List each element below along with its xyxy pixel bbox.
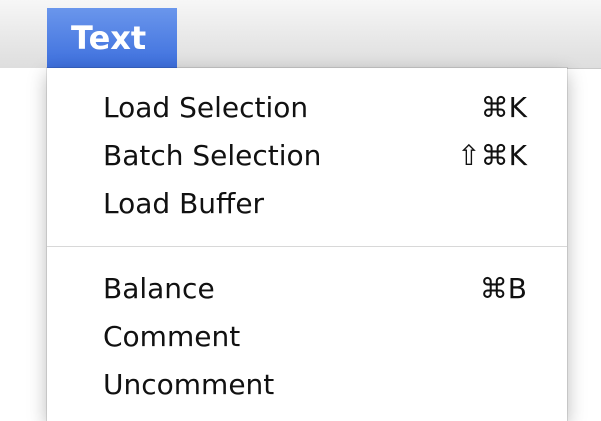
menu-item-uncomment[interactable]: Uncomment [47,360,567,416]
menu-item-shortcut: ⇧⌘K [457,139,527,172]
menu-item-label: Uncomment [103,368,275,401]
background-edge [0,68,47,421]
menu-item-label: Balance [103,272,215,305]
text-menu-title[interactable]: Text [47,8,177,68]
screen: Text Load Selection ⌘K Batch Selection ⇧… [0,0,601,421]
menu-item-shortcut: ⌘K [480,91,527,124]
menu-item-label: Load Selection [103,91,309,124]
menu-separator [47,246,567,247]
menu-item-shortcut: ⌘B [479,272,527,305]
menu-item-load-buffer[interactable]: Load Buffer [47,179,567,235]
menu-item-label: Comment [103,320,241,353]
menu-item-label: Load Buffer [103,187,265,220]
text-menu-panel: Load Selection ⌘K Batch Selection ⇧⌘K Lo… [47,68,567,421]
menu-item-label: Batch Selection [103,139,322,172]
